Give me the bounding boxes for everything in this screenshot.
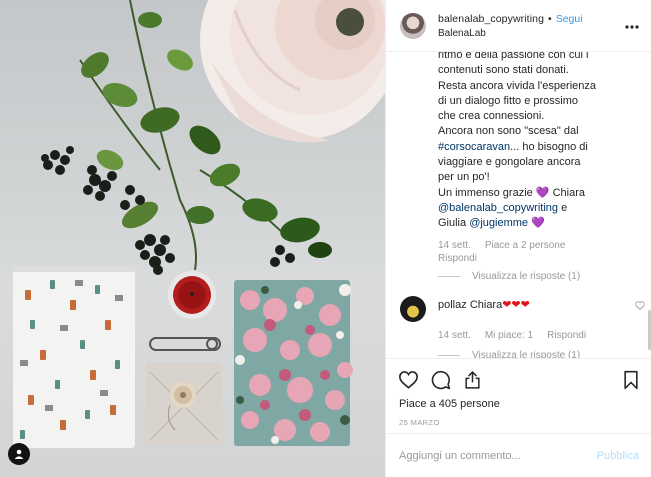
hashtag-link[interactable]: #corsocaravan	[438, 141, 510, 153]
red-hearts-emoji: ❤❤❤	[502, 298, 530, 311]
caption-line: contenuti sono stati donati.	[438, 64, 569, 77]
caption-line: Resta ancora vivida l'esperienza	[438, 79, 597, 92]
post-date: 25 MARZO	[399, 418, 440, 427]
publish-button[interactable]: Pubblica	[597, 450, 639, 462]
view-replies-button[interactable]: Visualizza le risposte (1)	[438, 271, 637, 282]
share-button[interactable]	[463, 370, 482, 390]
separator-dot: •	[548, 12, 552, 25]
author-avatar[interactable]	[400, 12, 426, 39]
heart-outline-icon	[399, 371, 418, 389]
caption-line: di un dialogo fitto e prossimo	[438, 94, 579, 107]
sachet-illustration	[146, 362, 222, 446]
instagram-post: balenalab_copywriting • Segui BalenaLab …	[0, 0, 651, 477]
caption-line: per un po'!	[438, 171, 490, 184]
bookmark-icon	[624, 370, 638, 389]
caption-text: Un immenso grazie	[438, 186, 533, 199]
notebook-illustration	[234, 280, 353, 446]
comments-scroll-area[interactable]: ritmo e della passione con cui i contenu…	[386, 52, 651, 358]
caption-line: viaggiare e gongolare ancora	[438, 156, 581, 169]
caption-reply-button[interactable]: Rispondi	[438, 253, 637, 264]
flower-illustration	[200, 0, 385, 143]
tagged-user-button[interactable]	[8, 443, 30, 465]
post-caption: ritmo e della passione con cui i contenu…	[438, 52, 637, 232]
commenter-avatar[interactable]	[400, 295, 426, 322]
commenter-username[interactable]: pollaz	[438, 299, 467, 311]
author-location[interactable]: BalenaLab	[438, 28, 583, 39]
post-header: balenalab_copywriting • Segui BalenaLab	[386, 0, 651, 52]
comment-button[interactable]	[431, 370, 451, 390]
comment-likes[interactable]: Mi piace: 1	[485, 329, 533, 343]
comments-scrollbar[interactable]	[647, 52, 651, 358]
comment-meta: 14 sett. Mi piace: 1 Rispondi	[438, 329, 637, 343]
caption-time[interactable]: 14 sett.	[438, 239, 471, 253]
author-username[interactable]: balenalab_copywriting	[438, 13, 544, 25]
more-dots-icon	[625, 25, 639, 29]
likes-count[interactable]: Piace a 405 persone	[386, 398, 651, 410]
caption-text: e	[558, 201, 568, 214]
caption-text: Chiara	[549, 186, 585, 199]
comment-reply-button[interactable]: Rispondi	[547, 329, 586, 343]
replies-divider	[438, 354, 460, 356]
replies-divider	[438, 275, 460, 277]
caption-text: Giulia	[438, 217, 470, 230]
heart-outline-icon	[635, 301, 645, 310]
like-button[interactable]	[398, 370, 419, 389]
mention-link[interactable]: @jugiemme	[469, 217, 528, 229]
caption-meta: 14 sett. Piace a 2 persone	[438, 239, 637, 253]
pouch-illustration	[13, 266, 135, 448]
caption-text: ... ho bisogno di	[510, 140, 588, 153]
caption-line: ritmo e della passione con cui i	[438, 52, 589, 61]
caption-likes[interactable]: Piace a 2 persone	[485, 239, 566, 253]
share-icon	[465, 370, 480, 389]
user-icon	[14, 449, 24, 459]
follow-button[interactable]: Segui	[556, 13, 583, 25]
purple-heart-emoji: 💜	[531, 217, 545, 230]
comment-bubble-icon	[431, 370, 451, 389]
comment-text: Chiara	[469, 298, 503, 311]
post-actions	[386, 358, 651, 400]
candle-illustration	[168, 271, 216, 319]
add-comment-bar: Aggiungi un commento... Pubblica	[386, 433, 651, 477]
safety-pin-illustration	[149, 337, 221, 351]
post-side-panel: balenalab_copywriting • Segui BalenaLab …	[385, 0, 651, 477]
more-options-button[interactable]	[625, 20, 639, 32]
caption-line: Ancora non sono "scesa" dal	[438, 125, 579, 138]
comment-like-button[interactable]	[635, 301, 645, 313]
save-button[interactable]	[623, 370, 639, 390]
caption-line: che crea connessioni.	[438, 110, 545, 123]
photo-illustration	[13, 0, 385, 448]
purple-heart-emoji: 💜	[535, 186, 550, 199]
mention-link[interactable]: @balenalab_copywriting	[438, 202, 558, 214]
view-replies-label: Visualizza le risposte (1)	[472, 270, 581, 282]
comment-time[interactable]: 14 sett.	[438, 329, 471, 343]
comment-input[interactable]: Aggiungi un commento...	[399, 450, 597, 462]
comment-item: pollaz Chiara❤❤❤ 14 sett. Mi piace: 1 Ri…	[400, 295, 645, 358]
view-replies-label: Visualizza le risposte (1)	[472, 349, 581, 358]
post-photo[interactable]	[0, 0, 385, 477]
view-replies-button[interactable]: Visualizza le risposte (1)	[438, 350, 637, 358]
